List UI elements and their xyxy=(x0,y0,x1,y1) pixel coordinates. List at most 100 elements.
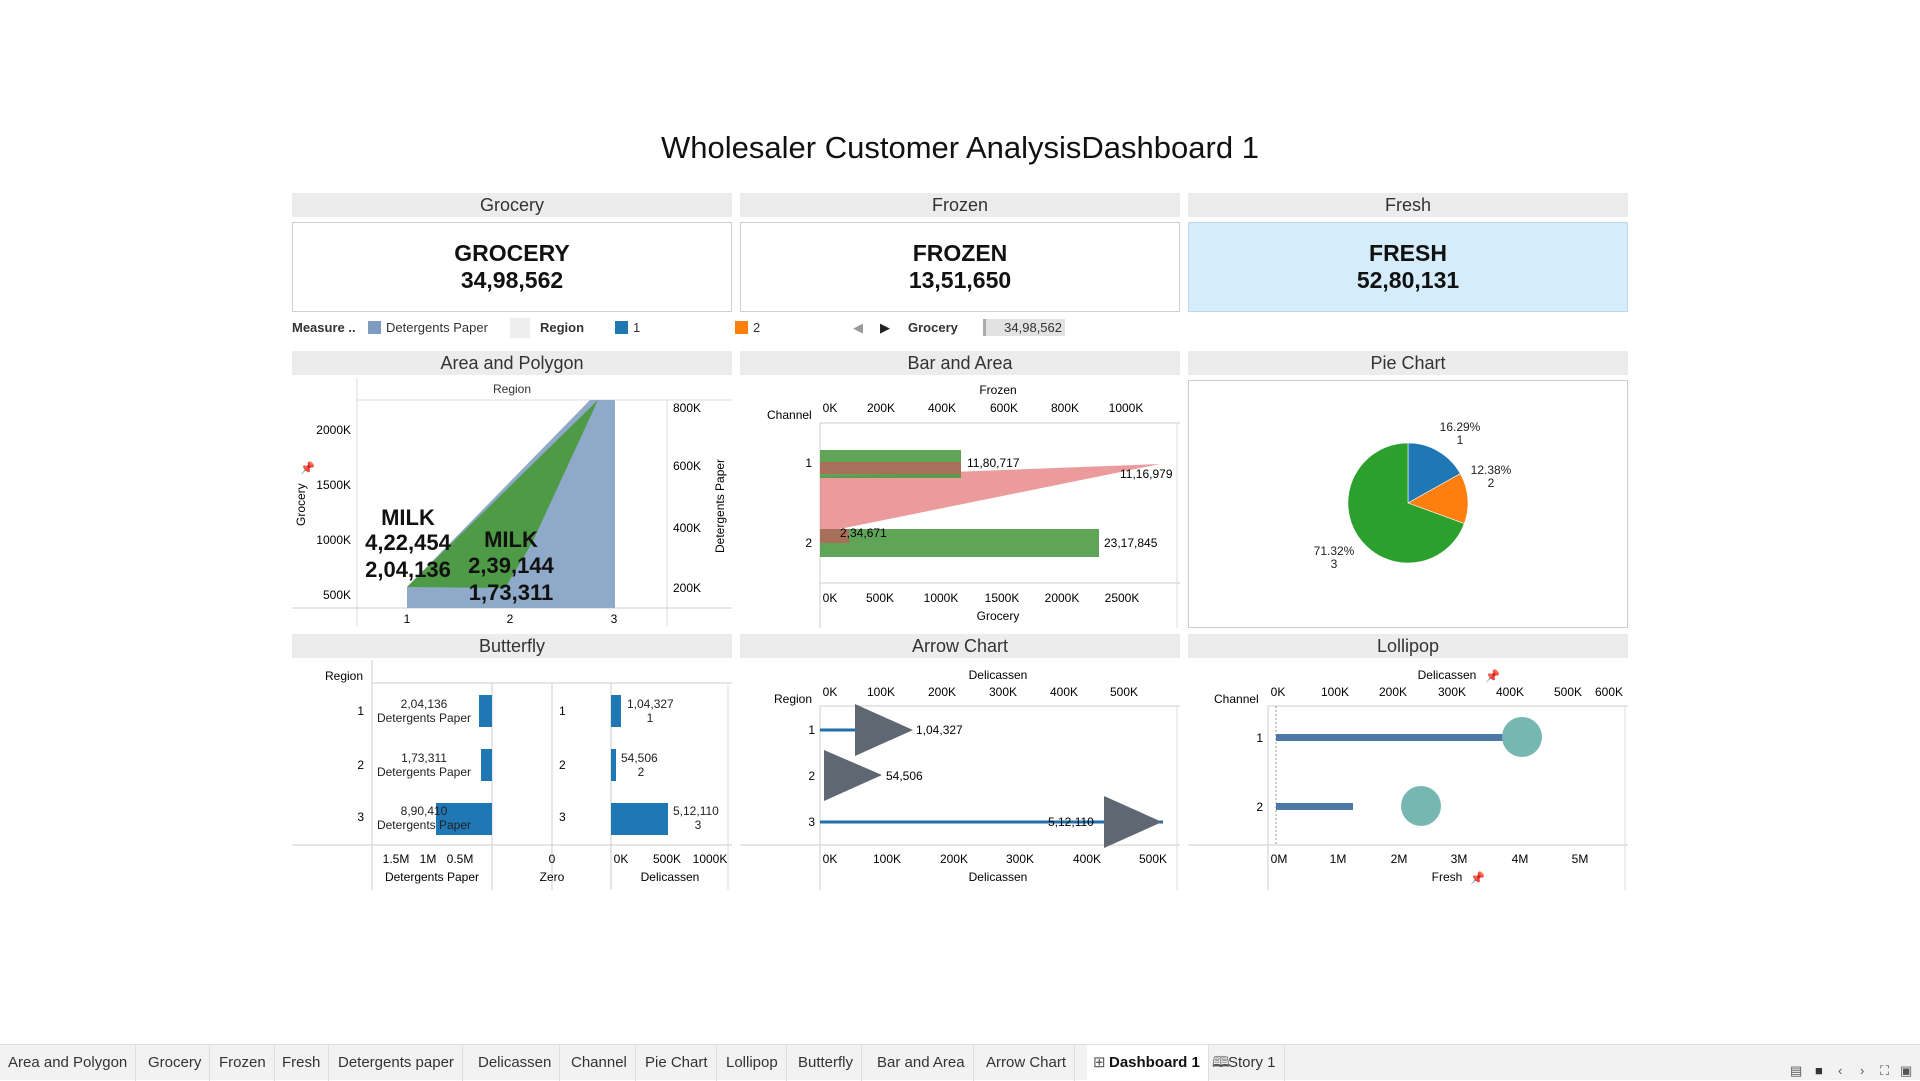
tab-lollipop[interactable]: Lollipop xyxy=(718,1045,787,1081)
region2-swatch xyxy=(735,321,748,334)
legend-next-arrow[interactable]: ▶ xyxy=(880,320,890,336)
lollipop-chart[interactable]: Delicassen 📌 0K 100K 200K 300K 400K 500K… xyxy=(1188,660,1628,890)
area-annotation-2-line3: 1,73,311 xyxy=(469,580,553,605)
bar-bottom-tick-2500k: 2500K xyxy=(1105,591,1140,605)
frozen-bar-channel-1[interactable] xyxy=(820,462,961,474)
butterfly-tick-0k: 0K xyxy=(614,852,629,866)
measure-legend-item[interactable]: Detergents Paper xyxy=(368,320,488,335)
region-legend-item-1[interactable]: 1 xyxy=(615,320,640,335)
butterfly-zero-row-2: 2 xyxy=(559,758,566,772)
fresh-kpi-card[interactable]: FRESH 52,80,131 xyxy=(1188,222,1628,312)
butterfly-chart[interactable]: Region 1 2 3 1 2 3 2,04,136 Detergents P… xyxy=(292,660,732,890)
lollipop-top-tick-400k: 400K xyxy=(1496,685,1524,699)
legend-highlight-box xyxy=(510,318,530,338)
arrow-bottom-tick-200k: 200K xyxy=(940,852,968,866)
bar-rows-header: Channel xyxy=(767,408,812,422)
detergents-swatch xyxy=(368,321,381,334)
tab-fresh[interactable]: Fresh xyxy=(274,1045,330,1081)
arrow-chart[interactable]: Delicassen 0K 100K 200K 300K 400K 500K R… xyxy=(740,660,1180,890)
tab-frozen[interactable]: Frozen xyxy=(211,1045,275,1081)
pin-icon[interactable]: 📌 xyxy=(300,460,315,475)
bar-bottom-tick-2000k: 2000K xyxy=(1045,591,1080,605)
bar-row-label-1: 1 xyxy=(805,456,812,470)
butterfly-del-label-3: 5,12,110 xyxy=(673,804,719,818)
arrow-top-tick-0k: 0K xyxy=(823,685,838,699)
butterfly-row-3: 3 xyxy=(357,810,364,824)
butterfly-axis-detergents: Detergents Paper xyxy=(385,870,479,884)
butterfly-detergents-bar-1[interactable] xyxy=(479,695,492,727)
region-legend-item-2[interactable]: 2 xyxy=(735,320,760,335)
lollipop-candy-1[interactable] xyxy=(1502,717,1542,757)
show-tabs-icon[interactable]: ■ xyxy=(1815,1063,1823,1078)
butterfly-tick-1m: 1M xyxy=(420,852,437,866)
butterfly-row-1: 1 xyxy=(357,704,364,718)
tab-butterfly[interactable]: Butterfly xyxy=(790,1045,863,1081)
lollipop-stick-1[interactable] xyxy=(1276,734,1522,741)
bar-bottom-tick-1000k: 1000K xyxy=(924,591,959,605)
butterfly-zero-row-3: 3 xyxy=(559,810,566,824)
tab-dashboard-1[interactable]: ⊞ Dashboard 1 xyxy=(1087,1045,1209,1081)
arrow-head-1[interactable] xyxy=(855,704,913,756)
lollipop-candy-2[interactable] xyxy=(1401,786,1441,826)
area-left-tick-1500k: 1500K xyxy=(316,478,351,492)
presentation-mode-icon[interactable]: ▣ xyxy=(1900,1063,1912,1079)
butterfly-delicassen-bar-1[interactable] xyxy=(611,695,621,727)
tab-story-1[interactable]: 🕮 Story 1 xyxy=(1206,1045,1285,1081)
fit-screen-icon[interactable]: ⛶ xyxy=(1880,1063,1889,1079)
area-panel-header: Area and Polygon xyxy=(292,351,732,375)
bar-row-label-2: 2 xyxy=(805,536,812,550)
area-column-header: Region xyxy=(493,382,531,396)
bar-panel-header: Bar and Area xyxy=(740,351,1180,375)
arrow-row-1: 1 xyxy=(808,723,815,737)
tab-delicassen[interactable]: Delicassen xyxy=(470,1045,561,1081)
frozen-header: Frozen xyxy=(740,193,1180,217)
bar-area-chart[interactable]: Frozen 0K 200K 400K 600K 800K 1000K Chan… xyxy=(740,378,1180,628)
area-right-tick-200k: 200K xyxy=(673,581,701,595)
butterfly-tick-1.5m: 1.5M xyxy=(383,852,410,866)
lollipop-rows-header: Channel xyxy=(1214,692,1259,706)
area-chart[interactable]: Region 1 2 3 2000K 1500K 1000K 500K Groc… xyxy=(292,378,732,628)
butterfly-del-row-1: 1 xyxy=(647,711,654,725)
lollipop-top-tick-600k: 600K xyxy=(1595,685,1623,699)
arrow-panel-header: Arrow Chart xyxy=(740,634,1180,658)
grocery-label-channel-2: 23,17,845 xyxy=(1104,536,1158,550)
butterfly-delicassen-bar-2[interactable] xyxy=(611,749,616,781)
lollipop-stick-2[interactable] xyxy=(1276,803,1353,810)
arrow-label-3: 5,12,110 xyxy=(1048,815,1094,829)
tab-channel[interactable]: Channel xyxy=(563,1045,636,1081)
butterfly-delicassen-bar-3[interactable] xyxy=(611,803,668,835)
grocery-kpi-card[interactable]: GROCERY 34,98,562 xyxy=(292,222,732,312)
pie-label-3-pct: 71.32% xyxy=(1314,544,1355,558)
bar-bottom-tick-0k: 0K xyxy=(823,591,838,605)
tab-area-and-polygon[interactable]: Area and Polygon xyxy=(0,1045,137,1081)
tab-bar-and-area[interactable]: Bar and Area xyxy=(869,1045,974,1081)
lollipop-top-tick-200k: 200K xyxy=(1379,685,1407,699)
arrow-rows-header: Region xyxy=(774,692,812,706)
grocery-filter-label: Grocery xyxy=(908,320,958,335)
grocery-filter-slider[interactable]: 34,98,562 xyxy=(983,319,1065,336)
area-x-tick-2: 2 xyxy=(507,612,514,626)
pie-chart[interactable]: 16.29% 1 12.38% 2 71.32% 3 xyxy=(1188,380,1628,629)
tab-grocery[interactable]: Grocery xyxy=(140,1045,211,1081)
next-sheet-icon[interactable]: › xyxy=(1860,1063,1864,1078)
arrow-head-2[interactable] xyxy=(824,750,882,801)
show-filmstrip-icon[interactable]: ▤ xyxy=(1790,1063,1802,1079)
dashboard-grid-icon: ⊞ xyxy=(1093,1054,1106,1071)
frozen-kpi-card[interactable]: FROZEN 13,51,650 xyxy=(740,222,1180,312)
tab-arrow-chart[interactable]: Arrow Chart xyxy=(978,1045,1076,1081)
bar-top-tick-1000k: 1000K xyxy=(1109,401,1144,415)
pie-label-3-name: 3 xyxy=(1331,557,1338,571)
previous-sheet-icon[interactable]: ‹ xyxy=(1838,1063,1842,1078)
area-annotation-1-line2: 4,22,454 xyxy=(365,530,451,555)
legend-prev-arrow[interactable]: ◀ xyxy=(853,320,863,336)
pin-icon[interactable]: 📌 xyxy=(1485,668,1500,683)
pin-icon[interactable]: 📌 xyxy=(1470,870,1485,885)
butterfly-detergents-bar-2[interactable] xyxy=(481,749,492,781)
area-left-tick-1000k: 1000K xyxy=(316,533,351,547)
arrow-head-3[interactable] xyxy=(1104,796,1162,848)
tab-pie-chart[interactable]: Pie Chart xyxy=(637,1045,717,1081)
arrow-bottom-tick-300k: 300K xyxy=(1006,852,1034,866)
tab-detergents-paper[interactable]: Detergents paper xyxy=(330,1045,463,1081)
butterfly-del-label-2: 54,506 xyxy=(621,751,658,765)
lollipop-bottom-tick-0m: 0M xyxy=(1271,852,1288,866)
